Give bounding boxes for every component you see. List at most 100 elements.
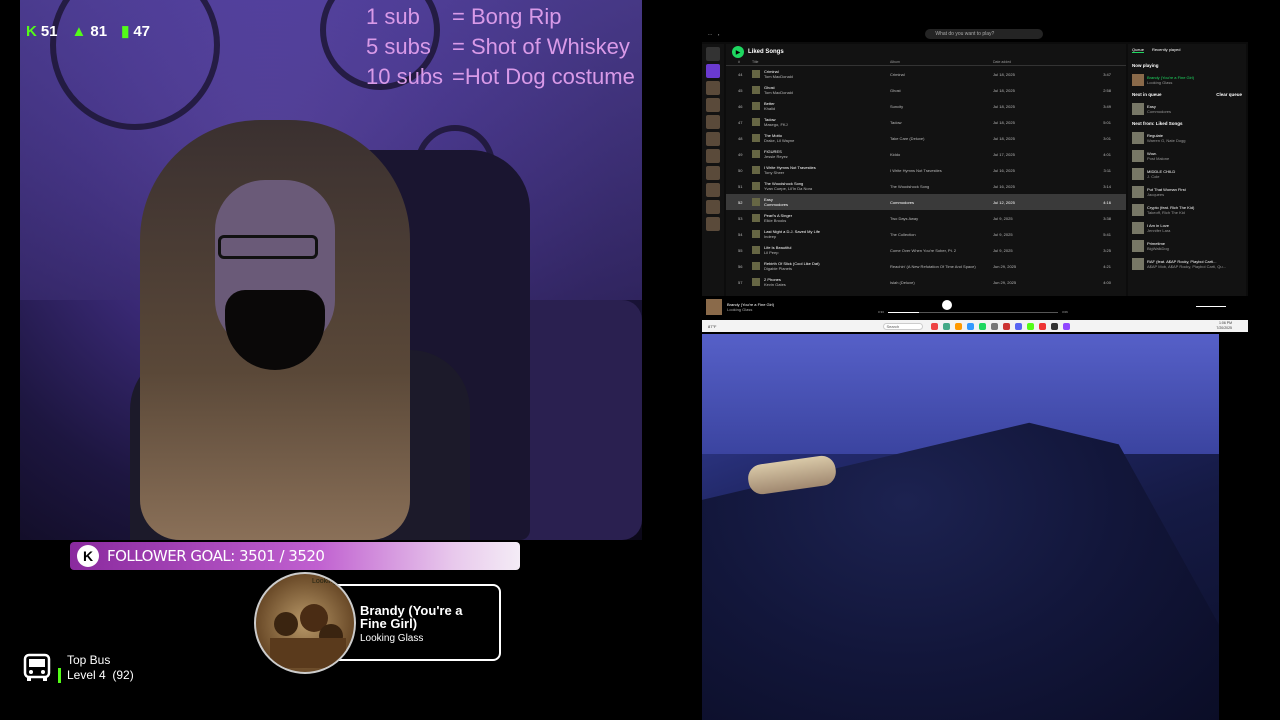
track-row[interactable]: 54 Last Night a D.J. Saved My Life Indeep T… [726,226,1126,242]
top-bus-title: Top Bus [67,653,111,667]
track-title[interactable]: Better [764,101,890,106]
track-album[interactable]: The Collection [890,232,993,237]
queue-item[interactable]: I Am in Love Jennifer Lara [1132,219,1242,237]
app-icon[interactable] [930,322,938,330]
track-artist[interactable]: Tom MacDonald [764,90,793,95]
track-artist[interactable]: Kevin Gates [764,282,786,287]
playlist-thumb[interactable] [706,98,720,112]
queue-item[interactable]: Easy Commodores [1132,100,1242,118]
track-album[interactable]: I Write Hymns Not Travesties [890,168,993,173]
queue-item[interactable]: MIDDLE CHILD J. Cole [1132,165,1242,183]
queue-item[interactable]: Regulate Warren G, Nate Dogg [1132,129,1242,147]
track-title[interactable]: Last Night a D.J. Saved My Life [764,229,890,234]
track-row[interactable]: 52 Easy Commodores Commodores Jul 12, 2025 4:… [726,194,1126,210]
playlist-thumb[interactable] [706,183,720,197]
track-album[interactable]: Come Over When You're Sober, Pt. 2 [890,248,993,253]
track-row[interactable]: 56 Rebirth Of Slick (Cool Like Dat) Digabl… [726,258,1126,274]
track-art [752,86,760,94]
track-row[interactable]: 55 Life Is Beautiful Lil Peep Come Over Whe… [726,242,1126,258]
track-artist[interactable]: Digable Planets [764,266,792,271]
queue-item[interactable]: Crypto (feat. Rich The Kid) Takeoff, Rich… [1132,201,1242,219]
library-icon[interactable] [706,47,720,61]
track-row[interactable]: 44 Criminal Tom MacDonald Criminal Jul 18, 2… [726,66,1126,82]
menu-icon[interactable]: ⋯ [708,32,712,37]
app-icon[interactable] [942,322,950,330]
player-artist[interactable]: Looking Glass [727,307,774,312]
track-album[interactable]: Two Days Away [890,216,993,221]
track-artist[interactable]: Yvan Cuepe, Lil'In Da Nora [764,186,812,191]
play-button[interactable]: ▶ [732,46,744,58]
col-album[interactable]: Album [890,60,993,65]
track-date: Jul 18, 2025 [993,135,1015,141]
track-album[interactable]: Take Care (Deluxe) [890,136,993,141]
track-title[interactable]: Life Is Beautiful [764,245,890,250]
track-number: 55 [738,247,743,253]
playlist-thumb[interactable] [706,166,720,180]
track-album[interactable]: Ghost [890,88,993,93]
back-icon[interactable]: ‹ [718,32,719,37]
kick-icon[interactable] [1026,322,1034,330]
track-row[interactable]: 57 2 Phones Kevin Gates Islah (Deluxe) Jun 2… [726,274,1126,290]
track-row[interactable]: 49 FIGURES Jessie Reyez Kiddo Jul 17, 2025 4:… [726,146,1126,162]
playlist-thumb[interactable] [706,81,720,95]
playlist-thumb[interactable] [706,217,720,231]
search-input[interactable]: What do you want to play? [925,29,1044,39]
track-artist[interactable]: Jessie Reyez [764,154,788,159]
track-row[interactable]: 45 Ghost Tom MacDonald Ghost Jul 18, 2025 2:5… [726,82,1126,98]
app-icon[interactable] [954,322,962,330]
track-row[interactable]: 46 Better Khalid Suncity Jul 18, 2025 3:49 [726,98,1126,114]
pause-button[interactable] [942,300,952,310]
track-album[interactable]: Islah (Deluxe) [890,280,993,285]
track-artist[interactable]: Tony Sheer [764,170,784,175]
volume-slider[interactable] [1196,306,1226,307]
discord-icon[interactable] [1014,322,1022,330]
queue-item[interactable]: Primetime BigWalkDog [1132,237,1242,255]
app-icon[interactable] [966,322,974,330]
col-title[interactable]: Title [752,60,890,65]
taskbar-search[interactable]: Search [882,322,923,330]
clear-queue-button[interactable]: Clear queue [1216,92,1242,97]
track-artist[interactable]: Lil Peep [764,250,778,255]
track-row[interactable]: 51 The Woodshock Song Yvan Cuepe, Lil'In D… [726,178,1126,194]
playlist-thumb[interactable] [706,149,720,163]
col-date[interactable]: Date added [993,60,1081,65]
track-artist[interactable]: Indeep [764,234,776,239]
track-artist[interactable]: Drake, Lil Wayne [764,138,794,143]
queue-item[interactable]: Put That Woman First Jacquees [1132,183,1242,201]
playlist-thumb[interactable] [706,132,720,146]
weather-widget[interactable]: 87°F [708,324,717,329]
track-album[interactable]: Kiddo [890,152,993,157]
sub-goal-reward: =Hot Dog costume [452,64,635,89]
track-row[interactable]: 48 The Motto Drake, Lil Wayne Take Care (De… [726,130,1126,146]
track-row[interactable]: 53 Pearl's A Singer Elkie Brooks Two Days A… [726,210,1126,226]
app-icon[interactable] [1002,322,1010,330]
track-artist[interactable]: Tom MacDonald [764,74,793,79]
track-album[interactable]: Reachin' (A New Refutation Of Time And S… [890,264,993,269]
track-artist[interactable]: Commodores [764,202,788,207]
app-icon[interactable] [1062,322,1070,330]
track-artist[interactable]: Elkie Brooks [764,218,786,223]
track-artist[interactable]: Khalid [764,106,775,111]
queue-item-current[interactable]: Brandy (You're a Fine Girl) Looking Glass [1132,71,1242,89]
queue-item[interactable]: Wow. Post Malone [1132,147,1242,165]
track-artist[interactable]: Masego, FKJ [764,122,788,127]
track-row[interactable]: 47 Tadow Masego, FKJ Tadow Jul 18, 2025 5:01 [726,114,1126,130]
spotify-icon[interactable] [978,322,986,330]
track-album[interactable]: The Woodshock Song [890,184,993,189]
track-album[interactable]: Suncity [890,104,993,109]
playlist-thumb[interactable] [706,115,720,129]
track-album[interactable]: Tadow [890,120,993,125]
app-icon[interactable] [1038,322,1046,330]
playlist-thumb[interactable] [706,200,720,214]
tab-queue[interactable]: Queue [1132,47,1145,53]
taskbar-clock[interactable]: 1:06 PM 7/20/2025 [1216,321,1232,331]
track-row[interactable]: 50 I Write Hymns Not Travesties Tony Sheer… [726,162,1126,178]
app-icon[interactable] [990,322,998,330]
track-album[interactable]: Commodores [890,200,993,205]
liked-songs-thumb[interactable] [706,64,720,78]
app-icon[interactable] [1050,322,1058,330]
track-album[interactable]: Criminal [890,72,993,77]
queue-item[interactable]: RAF (feat. A$AP Rocky, Playboi Carti... A… [1132,255,1242,273]
progress-bar[interactable] [888,312,1058,313]
tab-recently-played[interactable]: Recently played [1152,47,1180,53]
